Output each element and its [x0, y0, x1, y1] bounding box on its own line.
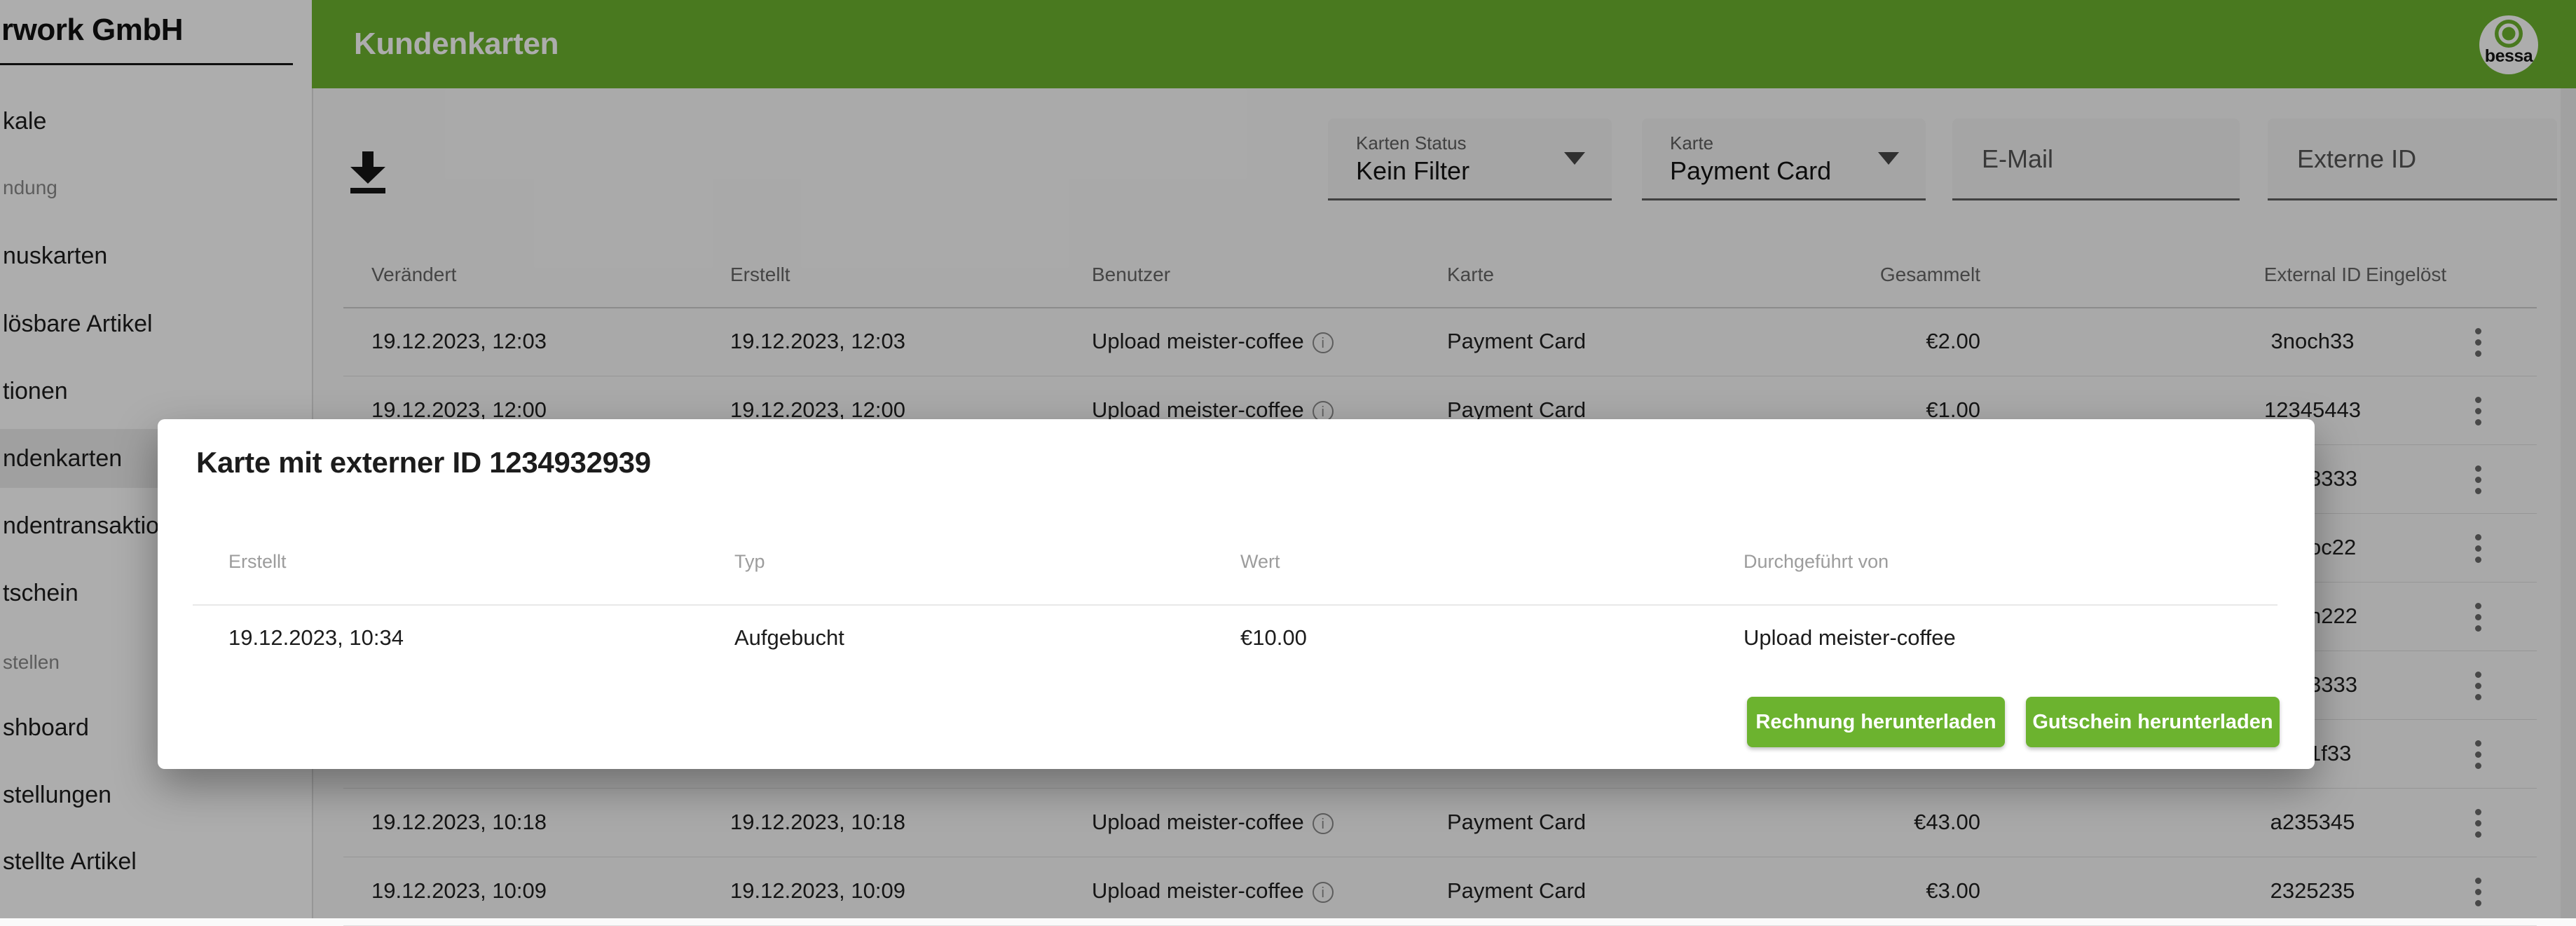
dialog-cell-typ: Aufgebucht: [734, 625, 844, 651]
kundenkarten-page: { "colors": { "brand_green": "#6CB32F", …: [0, 0, 2576, 918]
dialog-cell-wert: €10.00: [1240, 625, 1307, 651]
download-invoice-button[interactable]: Rechnung herunterladen: [1747, 697, 2005, 747]
dialog-cell-durchgefuehrt-von: Upload meister-coffee: [1743, 625, 1956, 651]
dialog-divider: [193, 604, 2277, 606]
dialog-col-header-typ: Typ: [734, 551, 765, 573]
dialog-cell-erstellt: 19.12.2023, 10:34: [228, 625, 404, 651]
card-detail-dialog: Karte mit externer ID 1234932939 Erstell…: [158, 419, 2315, 769]
download-voucher-button[interactable]: Gutschein herunterladen: [2026, 697, 2280, 747]
dialog-title: Karte mit externer ID 1234932939: [196, 446, 651, 479]
dialog-col-header-erstellt: Erstellt: [228, 551, 287, 573]
dialog-col-header-durchgefuehrt-von: Durchgeführt von: [1743, 551, 1889, 573]
dialog-col-header-wert: Wert: [1240, 551, 1280, 573]
